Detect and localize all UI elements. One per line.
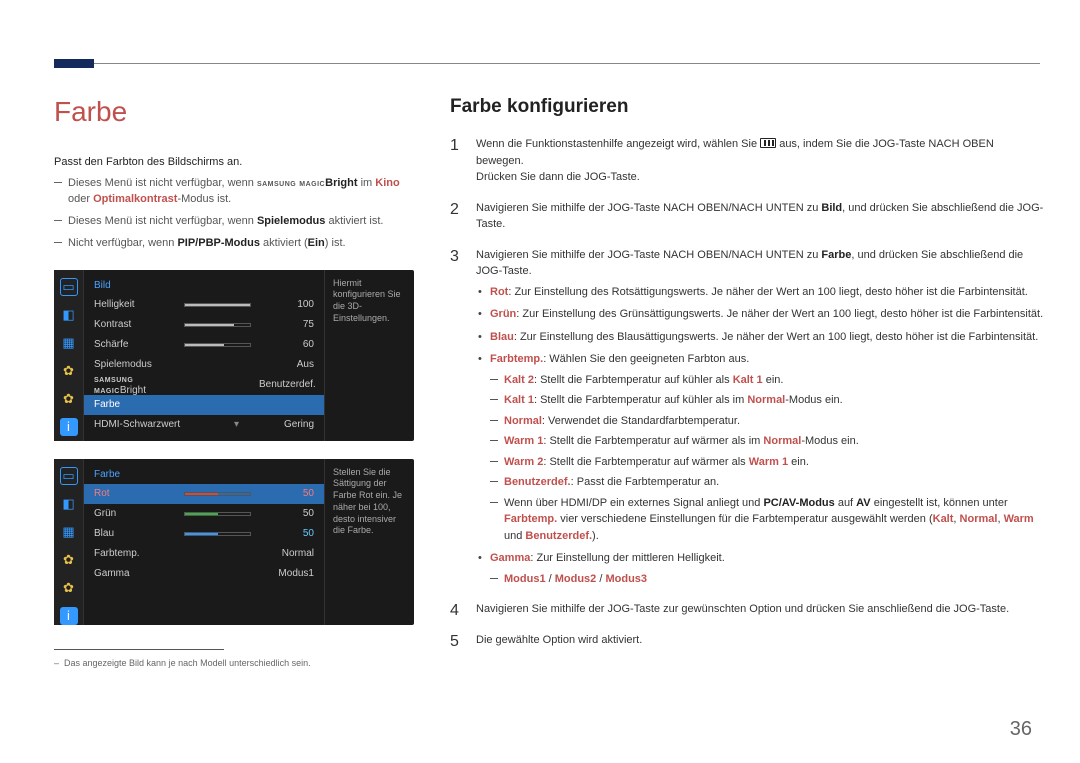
osd-bild: ▭ ◧ ▦ ✿ ✿ i Bild Helligkeit100 Kontrast7… bbox=[54, 270, 414, 441]
color-options: Rot: Zur Einstellung des Rotsättigungswe… bbox=[476, 284, 1044, 588]
sub-normal: Normal: Verwendet die Standardfarbtemper… bbox=[490, 413, 1044, 430]
footnote: Das angezeigte Bild kann je nach Modell … bbox=[54, 658, 414, 668]
header-accent bbox=[54, 59, 94, 68]
left-column: Farbe Passt den Farbton des Bildschirms … bbox=[54, 96, 414, 668]
header-rule bbox=[54, 63, 1040, 64]
opt-gamma: Gamma: Zur Einstellung der mittleren Hel… bbox=[476, 550, 1044, 587]
row-helligkeit: Helligkeit100 bbox=[84, 295, 324, 315]
row-farbtemp: Farbtemp.Normal bbox=[84, 544, 324, 564]
osd-icon-rail-2: ▭ ◧ ▦ ✿ ✿ i bbox=[54, 459, 84, 625]
monitor-icon: ▭ bbox=[60, 467, 78, 485]
gear-icon-2: ✿ bbox=[60, 579, 78, 597]
step-4: Navigieren Sie mithilfe der JOG-Taste zu… bbox=[450, 601, 1044, 618]
sub-hdmi-note: Wenn über HDMI/DP ein externes Signal an… bbox=[490, 495, 1044, 545]
heading-farbe: Farbe bbox=[54, 96, 414, 128]
opt-gruen: Grün: Zur Einstellung des Grünsättigungs… bbox=[476, 306, 1044, 323]
step-1: Wenn die Funktionstastenhilfe angezeigt … bbox=[450, 136, 1044, 186]
note-1: Dieses Menü ist nicht verfügbar, wenn SA… bbox=[54, 176, 414, 208]
row-blau: Blau50 bbox=[84, 524, 324, 544]
grid-icon: ▦ bbox=[60, 523, 78, 541]
availability-notes: Dieses Menü ist nicht verfügbar, wenn SA… bbox=[54, 176, 414, 252]
heading-konfigurieren: Farbe konfigurieren bbox=[450, 96, 1044, 118]
steps-list: Wenn die Funktionstastenhilfe angezeigt … bbox=[450, 136, 1044, 648]
sub-benutz: Benutzerdef.: Passt die Farbtemperatur a… bbox=[490, 474, 1044, 491]
menu-icon bbox=[760, 138, 776, 148]
row-rot-selected: Rot50 bbox=[84, 484, 324, 504]
osd1-title: Bild bbox=[84, 276, 324, 295]
info-icon: i bbox=[60, 607, 78, 625]
gamma-modes: Modus1 / Modus2 / Modus3 bbox=[490, 571, 1044, 588]
step-5: Die gewählte Option wird aktiviert. bbox=[450, 632, 1044, 649]
opt-blau: Blau: Zur Einstellung des Blausättigungs… bbox=[476, 329, 1044, 346]
osd-farbe: ▭ ◧ ▦ ✿ ✿ i Farbe Rot50 Grün50 Blau50 Fa… bbox=[54, 459, 414, 625]
gear-icon: ✿ bbox=[60, 551, 78, 569]
opt-farbtemp: Farbtemp.: Wählen Sie den geeigneten Far… bbox=[476, 351, 1044, 544]
row-gamma: GammaModus1 bbox=[84, 564, 324, 584]
row-magicbright: SAMSUNG MAGICBrightBenutzerdef. bbox=[84, 375, 324, 395]
gamma-sublist: Modus1 / Modus2 / Modus3 bbox=[490, 571, 1044, 588]
footnote-rule bbox=[54, 649, 224, 650]
step-2: Navigieren Sie mithilfe der JOG-Taste NA… bbox=[450, 200, 1044, 233]
intro-text: Passt den Farbton des Bildschirms an. bbox=[54, 156, 414, 168]
sub-kalt1: Kalt 1: Stellt die Farbtemperatur auf kü… bbox=[490, 392, 1044, 409]
gear-icon: ✿ bbox=[60, 362, 78, 380]
row-schaerfe: Schärfe60 bbox=[84, 335, 324, 355]
osd2-hint: Stellen Sie die Sättigung der Farbe Rot … bbox=[324, 459, 414, 625]
info-icon: i bbox=[60, 418, 78, 436]
row-hdmi: HDMI-Schwarzwert▾Gering bbox=[84, 415, 324, 435]
right-column: Farbe konfigurieren Wenn die Funktionsta… bbox=[450, 96, 1044, 668]
sub-kalt2: Kalt 2: Stellt die Farbtemperatur auf kü… bbox=[490, 372, 1044, 389]
window-icon: ◧ bbox=[60, 495, 78, 513]
note-3: Nicht verfügbar, wenn PIP/PBP-Modus akti… bbox=[54, 236, 414, 252]
gear-icon-2: ✿ bbox=[60, 390, 78, 408]
farbtemp-sublist: Kalt 2: Stellt die Farbtemperatur auf kü… bbox=[490, 372, 1044, 545]
opt-rot: Rot: Zur Einstellung des Rotsättigungswe… bbox=[476, 284, 1044, 301]
row-gruen: Grün50 bbox=[84, 504, 324, 524]
row-farbe-selected: Farbe bbox=[84, 395, 324, 415]
row-kontrast: Kontrast75 bbox=[84, 315, 324, 335]
step-3: Navigieren Sie mithilfe der JOG-Taste NA… bbox=[450, 247, 1044, 588]
sub-warm1: Warm 1: Stellt die Farbtemperatur auf wä… bbox=[490, 433, 1044, 450]
grid-icon: ▦ bbox=[60, 334, 78, 352]
osd1-hint: Hiermit konfigurieren Sie die 3D-Einstel… bbox=[324, 270, 414, 441]
page-number: 36 bbox=[1010, 718, 1032, 741]
osd-icon-rail: ▭ ◧ ▦ ✿ ✿ i bbox=[54, 270, 84, 441]
note-2: Dieses Menü ist nicht verfügbar, wenn Sp… bbox=[54, 214, 414, 230]
window-icon: ◧ bbox=[60, 306, 78, 324]
osd2-title: Farbe bbox=[84, 465, 324, 484]
row-spielemodus: SpielemodusAus bbox=[84, 355, 324, 375]
sub-warm2: Warm 2: Stellt die Farbtemperatur auf wä… bbox=[490, 454, 1044, 471]
monitor-icon: ▭ bbox=[60, 278, 78, 296]
